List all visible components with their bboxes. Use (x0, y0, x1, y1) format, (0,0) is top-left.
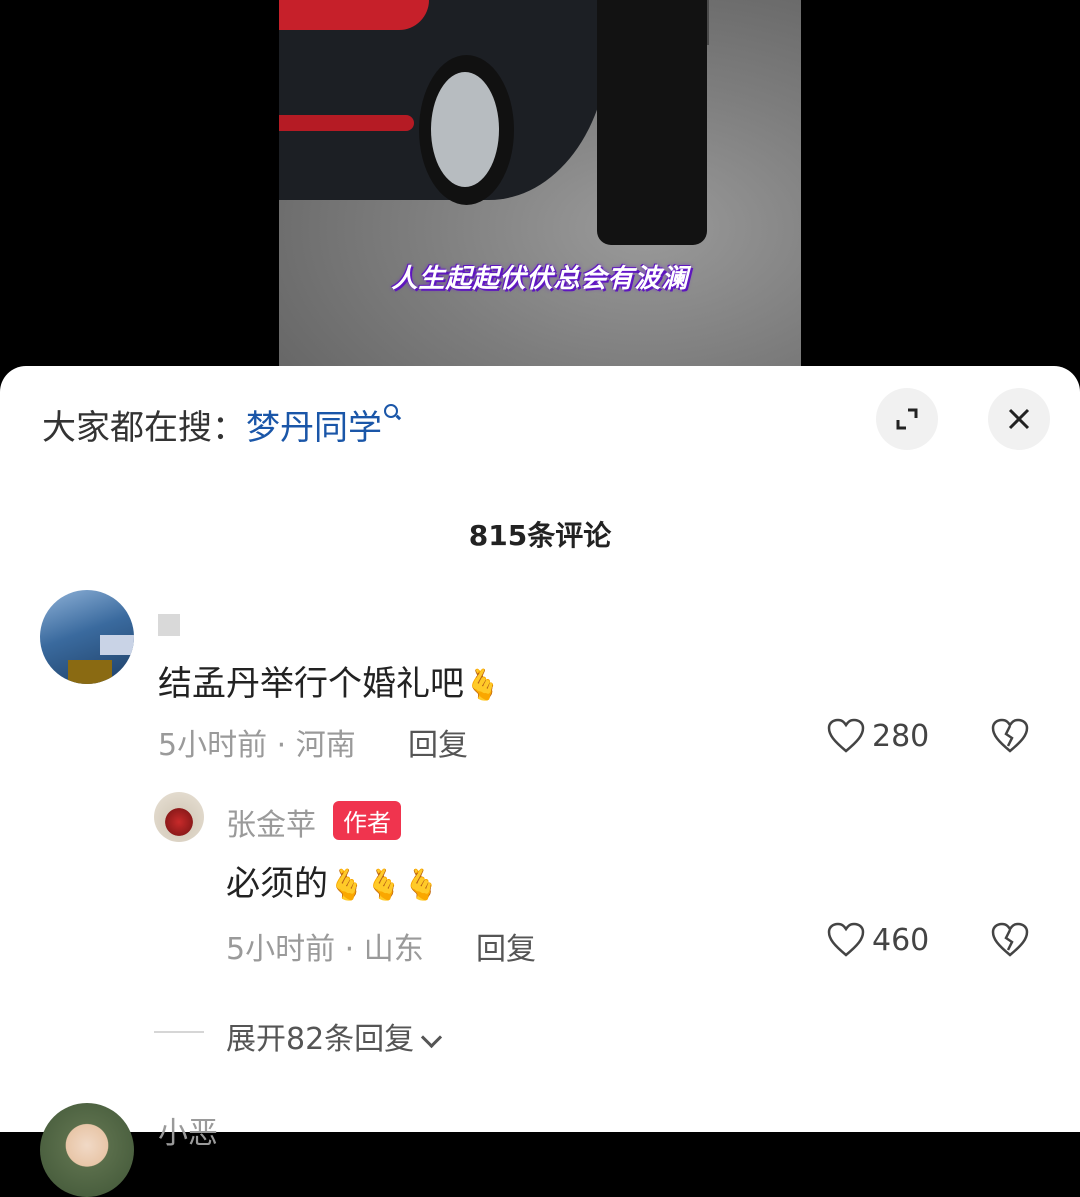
expand-replies-button[interactable]: 展开82条回复 (226, 1014, 443, 1058)
search-keyword[interactable]: 梦丹同学 (246, 408, 382, 448)
comment-sheet: 大家都在搜：梦丹同学 815条评论 结孟丹举行个婚礼吧🫰 5小时前 · 河南 回… (0, 366, 1080, 1197)
like-count: 280 (872, 718, 930, 754)
video-subtitle: 人生起起伏伏总会有波澜 (391, 264, 689, 294)
like-count: 460 (872, 922, 930, 958)
chevron-down-icon (421, 1026, 443, 1049)
avatar-mosaic (100, 635, 134, 655)
like-button[interactable]: 460 (826, 922, 929, 958)
reply-text: 必须的🫰🫰🫰 (226, 856, 440, 905)
divider (154, 1031, 204, 1033)
car-rim (431, 72, 499, 187)
finger-heart-emoji: 🫰 (464, 668, 502, 703)
close-icon (1008, 408, 1030, 430)
reply-button[interactable]: 回复 (476, 924, 536, 968)
author-name[interactable]: 张金苹 (226, 800, 316, 844)
reply-meta: 5小时前 · 山东 (226, 932, 424, 967)
avatar[interactable] (40, 590, 134, 684)
heart-icon (827, 922, 865, 957)
expand-replies-label: 展开82条回复 (226, 1022, 415, 1057)
username[interactable]: 小恶 (158, 1108, 218, 1152)
dislike-button[interactable] (990, 922, 1030, 962)
broken-heart-icon (991, 718, 1029, 753)
author-avatar[interactable] (154, 792, 204, 842)
avatar[interactable] (40, 1103, 134, 1197)
reply-button[interactable]: 回复 (408, 720, 468, 764)
username-mosaic[interactable] (158, 614, 180, 636)
close-button[interactable] (988, 388, 1050, 450)
search-icon (384, 404, 400, 420)
comment-count: 815条评论 (468, 519, 612, 552)
author-badge: 作者 (333, 801, 401, 840)
broken-heart-icon (991, 922, 1029, 957)
dislike-button[interactable] (990, 718, 1030, 758)
video-player[interactable]: 人生起起伏伏总会有波澜 (279, 0, 801, 380)
person-legs (597, 0, 707, 245)
avatar-mosaic (68, 660, 112, 684)
expand-button[interactable] (876, 388, 938, 450)
heart-icon (827, 718, 865, 753)
expand-icon (896, 408, 918, 430)
finger-heart-emoji: 🫰🫰🫰 (328, 868, 441, 903)
comment-body: 结孟丹举行个婚礼吧 (158, 664, 464, 704)
search-prefix: 大家都在搜： (42, 408, 246, 448)
search-suggestion[interactable]: 大家都在搜：梦丹同学 (42, 400, 400, 449)
comment-meta: 5小时前 · 河南 (158, 728, 356, 763)
car-reflector (279, 115, 414, 131)
comment-text: 结孟丹举行个婚礼吧🫰 (158, 656, 501, 705)
reply-body: 必须的 (226, 864, 328, 904)
car-taillight (279, 0, 429, 30)
like-button[interactable]: 280 (826, 718, 929, 754)
